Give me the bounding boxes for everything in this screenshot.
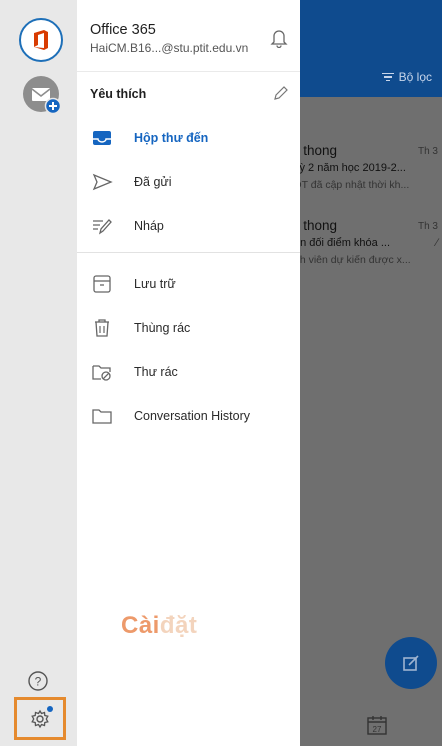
account-header[interactable]: Office 365 HaiCM.B16...@stu.ptit.edu.vn xyxy=(77,0,300,72)
calendar-icon: 27 xyxy=(366,714,388,741)
attachment-icon: ∕ xyxy=(436,237,438,249)
trash-icon xyxy=(95,319,109,337)
account-rail: ? xyxy=(0,0,77,746)
send-icon xyxy=(92,173,113,191)
email-preview: nh viên dự kiến được x... xyxy=(300,254,411,266)
compose-button[interactable] xyxy=(385,637,437,689)
help-button[interactable]: ? xyxy=(26,669,50,698)
favorites-header: Yêu thích xyxy=(77,72,300,116)
folder-label: Hộp thư đến xyxy=(134,131,209,145)
folder-divider xyxy=(77,252,300,253)
filter-label: Bộ lọc xyxy=(398,70,432,84)
background-header: Bộ lọc xyxy=(300,0,442,97)
edit-favorites-button[interactable] xyxy=(273,85,289,106)
email-preview: ĐT đã cập nhật thời kh... xyxy=(300,179,410,191)
draft-icon xyxy=(93,219,112,235)
filter-icon xyxy=(381,72,394,82)
account-name: Office 365 xyxy=(90,22,156,38)
account-email: HaiCM.B16...@stu.ptit.edu.vn xyxy=(90,41,249,55)
add-account-button[interactable] xyxy=(22,75,62,115)
navigation-drawer: Office 365 HaiCM.B16...@stu.ptit.edu.vn … xyxy=(77,0,300,746)
folder-label: Thùng rác xyxy=(134,321,191,335)
email-sender: n thong xyxy=(300,218,338,233)
folder-label: Conversation History xyxy=(134,409,251,423)
folder-draft[interactable]: Nháp xyxy=(77,204,300,248)
folder-archive[interactable]: Lưu trữ xyxy=(77,262,300,306)
folder-inbox[interactable]: Hộp thư đến xyxy=(77,116,300,160)
office-logo-icon xyxy=(34,30,48,50)
folder-icon xyxy=(92,409,112,424)
office365-account-button[interactable] xyxy=(19,18,63,62)
archive-icon xyxy=(93,275,111,293)
pencil-icon xyxy=(274,86,288,100)
folder-trash[interactable]: Thùng rác xyxy=(77,306,300,350)
svg-text:?: ? xyxy=(35,675,42,689)
junk-icon xyxy=(92,365,111,381)
email-sender: n thong xyxy=(300,143,338,158)
settings-caption-main: Cài xyxy=(121,612,160,639)
filter-button[interactable]: Bộ lọc xyxy=(381,70,432,84)
settings-caption-faded: đặt xyxy=(159,612,198,639)
svg-text:27: 27 xyxy=(373,725,382,734)
notification-dot xyxy=(47,706,53,712)
compose-icon xyxy=(403,655,419,671)
folder-label: Thư rác xyxy=(134,365,178,379)
folder-sent[interactable]: Đã gửi xyxy=(77,160,300,204)
email-date: Th 3 xyxy=(417,221,438,232)
help-icon: ? xyxy=(28,671,48,691)
email-subject: kỳ 2 năm học 2019-2... xyxy=(300,162,406,174)
settings-caption: Càiđặt xyxy=(121,612,197,640)
settings-button[interactable] xyxy=(14,697,66,740)
notification-bell-button[interactable] xyxy=(270,28,288,53)
mail-icon xyxy=(32,88,50,101)
folder-label: Lưu trữ xyxy=(134,277,176,291)
bell-icon xyxy=(270,30,288,49)
folder-label: Đã gửi xyxy=(134,175,172,189)
inbox-icon xyxy=(93,131,111,145)
favorites-title: Yêu thích xyxy=(90,87,147,101)
email-date: Th 3 xyxy=(417,146,438,157)
folder-junk[interactable]: Thư rác xyxy=(77,350,300,394)
folder-conversation-history[interactable]: Conversation History xyxy=(77,394,300,438)
folder-label: Nháp xyxy=(134,219,164,233)
email-subject: ến đối điểm khóa ... xyxy=(300,237,391,249)
